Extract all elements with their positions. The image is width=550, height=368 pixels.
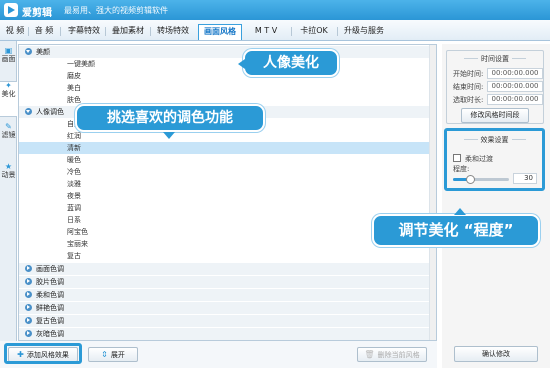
list-item[interactable]: 美白 bbox=[19, 82, 436, 94]
modify-time-button[interactable]: 修改风格时间段 bbox=[461, 108, 529, 123]
title-bar: 爱剪辑 最易用、强大的视频剪辑软件 bbox=[0, 0, 550, 20]
trash-icon: 🗑 bbox=[364, 350, 375, 359]
callout-adjust-degree: 调节美化 “程度” bbox=[372, 208, 540, 247]
list-item[interactable]: 复古 bbox=[19, 250, 436, 262]
list-item[interactable]: 冷色 bbox=[19, 166, 436, 178]
start-time-field[interactable]: 00:00:00.000 bbox=[487, 68, 543, 79]
list-item[interactable]: 磨皮 bbox=[19, 70, 436, 82]
list-item[interactable]: 淡雅 bbox=[19, 178, 436, 190]
duration-field[interactable]: 00:00:00.000 bbox=[487, 94, 543, 105]
menu-divider bbox=[60, 27, 61, 36]
brush-icon: ✎ bbox=[5, 122, 12, 131]
degree-slider[interactable] bbox=[453, 175, 509, 184]
callout-beautify: 人像美化 bbox=[238, 49, 339, 77]
duration-label: 选取时长: bbox=[453, 96, 484, 104]
menu-mtv[interactable]: M T V bbox=[246, 24, 286, 40]
menu-transitions[interactable]: 转场特效 bbox=[153, 24, 193, 40]
app-logo-icon bbox=[4, 3, 18, 17]
menu-audio[interactable]: 音 频 bbox=[32, 24, 56, 40]
side-tabs: ▣ 画面 ✦ 美化 ✎ 滤镜 ★ 动景 bbox=[0, 41, 17, 368]
list-item-selected[interactable]: 清新 bbox=[19, 142, 436, 154]
category-label: 鲜艳色调 bbox=[36, 304, 64, 312]
app-slogan: 最易用、强大的视频剪辑软件 bbox=[64, 6, 168, 15]
expand-label: 展开 bbox=[110, 351, 125, 359]
menu-picture-style[interactable]: 画面风格 bbox=[198, 24, 242, 40]
list-category[interactable]: 复古色调 bbox=[19, 315, 436, 327]
side-tab-filter[interactable]: ✎ 滤镜 bbox=[0, 123, 17, 157]
list-category[interactable]: 柔和色调 bbox=[19, 289, 436, 301]
expand-icon: ⇕ bbox=[101, 350, 108, 359]
add-style-highlight bbox=[4, 343, 82, 364]
style-list: 美颜 一键美颜 磨皮 美白 肤色 人像调色 自然 红润 清新 暖色 冷色 淡雅 … bbox=[18, 44, 437, 341]
category-label: 画面色调 bbox=[36, 265, 64, 273]
menu-divider bbox=[28, 27, 29, 36]
callout-pick-color: 挑选喜欢的调色功能 bbox=[75, 104, 265, 139]
star-icon: ★ bbox=[4, 162, 13, 171]
menu-subtitle-effects[interactable]: 字幕特效 bbox=[64, 24, 104, 40]
degree-slider-thumb[interactable] bbox=[465, 175, 475, 184]
list-item[interactable]: 夜景 bbox=[19, 190, 436, 202]
list-item[interactable]: 暖色 bbox=[19, 154, 436, 166]
menu-karaoke[interactable]: 卡拉OK bbox=[294, 24, 334, 40]
expand-arrow-icon[interactable] bbox=[25, 265, 32, 272]
app-name: 爱剪辑 bbox=[22, 8, 52, 19]
settings-panel: 时间设置 开始时间: 00:00:00.000 结束时间: 00:00:00.0… bbox=[442, 44, 550, 368]
side-tab-label: 画面 bbox=[1, 55, 16, 63]
menu-upgrade[interactable]: 升级与服务 bbox=[340, 24, 388, 40]
menu-divider bbox=[150, 27, 151, 36]
category-label: 柔和色调 bbox=[36, 291, 64, 299]
expand-arrow-icon[interactable] bbox=[25, 291, 32, 298]
side-tab-label: 动景 bbox=[1, 171, 16, 179]
list-category[interactable]: 鲜艳色调 bbox=[19, 302, 436, 314]
expand-arrow-icon[interactable] bbox=[25, 304, 32, 311]
category-label: 人像调色 bbox=[36, 108, 64, 116]
delete-style-label: 删除当前风格 bbox=[377, 351, 420, 359]
menu-divider bbox=[105, 27, 106, 36]
side-tab-label: 美化 bbox=[1, 90, 16, 98]
category-label: 美颜 bbox=[36, 48, 50, 56]
delete-style-button[interactable]: 🗑 删除当前风格 bbox=[357, 347, 427, 362]
degree-value-field[interactable]: 30 bbox=[513, 173, 537, 184]
menu-divider bbox=[337, 27, 338, 36]
category-label: 灰暗色调 bbox=[36, 330, 64, 338]
category-label: 复古色调 bbox=[36, 317, 64, 325]
category-label: 胶片色调 bbox=[36, 278, 64, 286]
end-time-label: 结束时间: bbox=[453, 83, 484, 91]
list-item[interactable]: 蓝调 bbox=[19, 202, 436, 214]
side-tab-beautify[interactable]: ✦ 美化 bbox=[0, 81, 17, 117]
menu-video[interactable]: 视 频 bbox=[4, 24, 26, 40]
main-menu: 视 频 音 频 字幕特效 叠加素材 转场特效 画面风格 M T V 卡拉OK 升… bbox=[0, 20, 550, 41]
list-scrollbar[interactable] bbox=[429, 45, 436, 340]
time-settings-group: 时间设置 开始时间: 00:00:00.000 结束时间: 00:00:00.0… bbox=[446, 50, 544, 124]
side-tab-label: 滤镜 bbox=[1, 131, 16, 139]
effect-settings-group: 效果设置 柔和过渡 程度: 30 bbox=[444, 128, 545, 191]
list-category[interactable]: 灰暗色调 bbox=[19, 328, 436, 340]
degree-label: 程度: bbox=[453, 165, 470, 173]
picture-icon: ▣ bbox=[4, 46, 13, 55]
time-settings-title: 时间设置 bbox=[447, 54, 543, 64]
menu-divider bbox=[291, 27, 292, 36]
side-tab-motion[interactable]: ★ 动景 bbox=[0, 163, 17, 197]
list-category[interactable]: 画面色调 bbox=[19, 263, 436, 275]
magic-wand-icon: ✦ bbox=[5, 81, 12, 90]
expand-arrow-icon[interactable] bbox=[25, 278, 32, 285]
collapse-arrow-icon[interactable] bbox=[25, 108, 32, 115]
list-item[interactable]: 一键美颜 bbox=[19, 58, 436, 70]
soft-transition-checkbox[interactable] bbox=[453, 154, 461, 162]
list-category[interactable]: 胶片色调 bbox=[19, 276, 436, 288]
soft-transition-label: 柔和过渡 bbox=[465, 155, 493, 163]
side-tab-picture[interactable]: ▣ 画面 bbox=[0, 47, 17, 77]
menu-overlay[interactable]: 叠加素材 bbox=[108, 24, 148, 40]
list-category[interactable]: 美颜 bbox=[19, 46, 436, 58]
expand-button[interactable]: ⇕ 展开 bbox=[88, 347, 138, 362]
effect-settings-title: 效果设置 bbox=[447, 135, 542, 145]
expand-arrow-icon[interactable] bbox=[25, 330, 32, 337]
expand-arrow-icon[interactable] bbox=[25, 317, 32, 324]
start-time-label: 开始时间: bbox=[453, 70, 484, 78]
confirm-button[interactable]: 确认修改 bbox=[454, 346, 538, 362]
collapse-arrow-icon[interactable] bbox=[25, 48, 32, 55]
end-time-field[interactable]: 00:00:00.000 bbox=[487, 81, 543, 92]
